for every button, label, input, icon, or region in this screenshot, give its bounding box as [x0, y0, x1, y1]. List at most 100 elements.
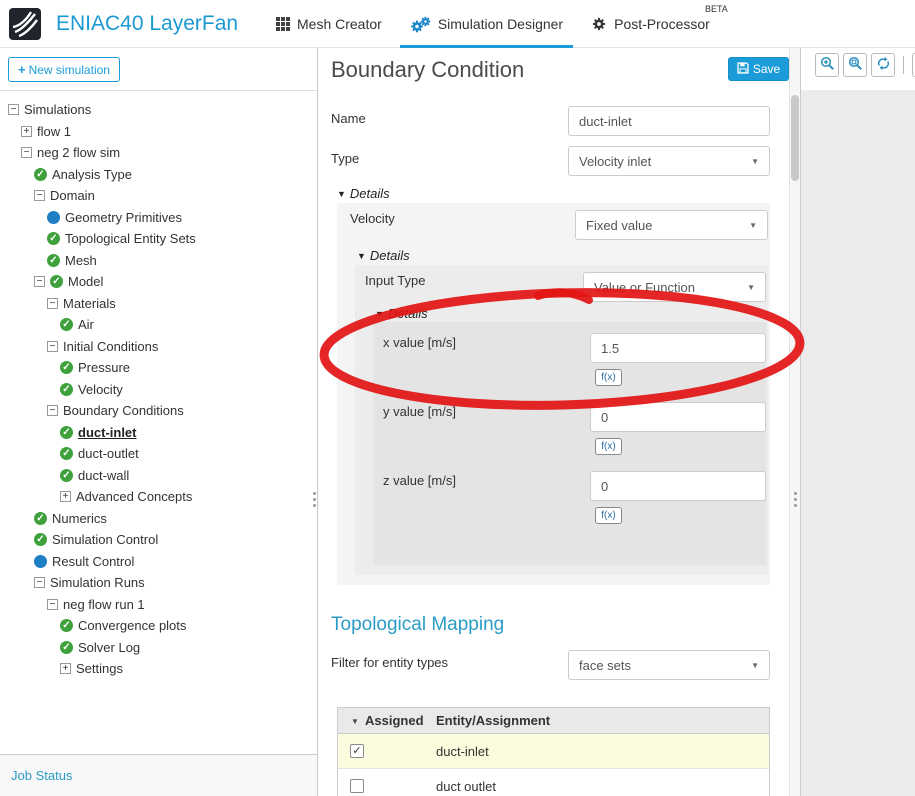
tree-item-simulation-control[interactable]: ✓ Simulation Control — [0, 529, 317, 551]
tree-item-advanced-concepts[interactable]: + Advanced Concepts — [0, 486, 317, 508]
table-row-duct-outlet[interactable]: duct outlet — [338, 769, 769, 796]
tab-simulation-designer[interactable]: Simulation Designer — [396, 0, 577, 48]
collapse-toggle-icon[interactable]: − — [34, 276, 45, 288]
table-header[interactable]: ▼ Assigned Entity/Assignment — [338, 708, 769, 734]
fx-button-y[interactable]: f(x) — [595, 438, 622, 455]
check-icon: ✓ — [60, 640, 73, 654]
entity-filter-label: Filter for entity types — [331, 655, 449, 670]
name-input[interactable] — [568, 106, 770, 136]
tree-item-label: Settings — [76, 661, 123, 677]
collapse-toggle-icon[interactable]: − — [8, 104, 19, 116]
tree-item-numerics[interactable]: ✓ Numerics — [0, 508, 317, 530]
tree-item-result-control[interactable]: Result Control — [0, 551, 317, 573]
x-value-input[interactable] — [590, 333, 766, 363]
tab-label: Post-Processor — [614, 16, 710, 32]
check-icon: ✓ — [60, 468, 73, 482]
refresh-button[interactable] — [871, 53, 895, 77]
chevron-down-icon: ▼ — [751, 156, 759, 166]
zoom-box-button[interactable] — [843, 53, 867, 77]
scrollbar-thumb[interactable] — [791, 95, 799, 181]
tree-item-materials[interactable]: − Materials — [0, 293, 317, 315]
save-icon — [737, 61, 749, 77]
collapse-toggle-icon[interactable]: − — [47, 598, 58, 610]
y-value-input[interactable] — [590, 402, 766, 432]
tree-item-label: neg flow run 1 — [63, 596, 145, 612]
tree-item-label: Advanced Concepts — [76, 489, 193, 505]
collapse-toggle-icon[interactable]: − — [21, 147, 32, 159]
expand-toggle-icon[interactable]: + — [60, 491, 71, 503]
viewport-canvas[interactable] — [801, 90, 915, 796]
tree-item-label: Numerics — [52, 510, 107, 526]
tree-item-initial-conditions[interactable]: − Initial Conditions — [0, 336, 317, 358]
details-toggle-2[interactable]: ▼ Details — [357, 248, 410, 263]
z-value-label: z value [m/s] — [383, 473, 456, 488]
tab-mesh-creator[interactable]: Mesh Creator — [262, 0, 396, 48]
job-status-bar[interactable]: Job Status — [0, 754, 317, 796]
beta-badge: BETA — [704, 4, 728, 14]
table-row-duct-inlet[interactable]: ✓ duct-inlet — [338, 734, 769, 769]
collapse-toggle-icon[interactable]: − — [34, 190, 45, 202]
tree-item-label: Simulations — [24, 102, 92, 118]
tree-item-flow-1[interactable]: + flow 1 — [0, 121, 317, 143]
tree-item-analysis-type[interactable]: ✓ Analysis Type — [0, 164, 317, 186]
tree-item-air[interactable]: ✓ Air — [0, 314, 317, 336]
assigned-checkbox[interactable] — [350, 779, 364, 793]
tree-item-domain[interactable]: − Domain — [0, 185, 317, 207]
tree-item-label: Domain — [50, 188, 95, 204]
details-toggle-1[interactable]: ▼ Details — [337, 186, 390, 201]
collapse-toggle-icon[interactable]: − — [47, 297, 58, 309]
tree-item-duct-inlet[interactable]: ✓ duct-inlet — [0, 422, 317, 444]
tree-item-velocity[interactable]: ✓ Velocity — [0, 379, 317, 401]
details-toggle-3[interactable]: ▼ Details — [375, 306, 428, 321]
check-icon: ✓ — [47, 232, 60, 246]
tree-item-mesh[interactable]: ✓ Mesh — [0, 250, 317, 272]
zoom-in-button[interactable] — [815, 53, 839, 77]
type-select[interactable]: Velocity inlet ▼ — [568, 146, 770, 176]
status-dot-icon — [34, 554, 47, 568]
tree-item-convergence-plots[interactable]: ✓ Convergence plots — [0, 615, 317, 637]
job-status-label: Job Status — [11, 768, 73, 783]
z-value-input[interactable] — [590, 471, 766, 501]
details-label: Details — [369, 248, 410, 263]
vertical-scrollbar[interactable] — [789, 48, 800, 796]
tree-item-neg-2-flow-sim[interactable]: − neg 2 flow sim — [0, 142, 317, 164]
page-title: Boundary Condition — [331, 57, 525, 82]
tab-post-processor[interactable]: Post-Processor BETA — [577, 0, 728, 48]
simulation-tree: − Simulations + flow 1− neg 2 flow sim ✓ Analy… — [0, 99, 317, 753]
tree-item-neg-flow-run-1[interactable]: − neg flow run 1 — [0, 594, 317, 616]
expand-toggle-icon[interactable]: + — [21, 125, 32, 137]
tree-item-pressure[interactable]: ✓ Pressure — [0, 357, 317, 379]
column-assigned: Assigned — [365, 713, 424, 728]
assigned-checkbox[interactable]: ✓ — [350, 744, 364, 758]
tree-item-geometry-primitives[interactable]: Geometry Primitives — [0, 207, 317, 229]
tree-item-simulation-runs[interactable]: − Simulation Runs — [0, 572, 317, 594]
tree-item-settings[interactable]: + Settings — [0, 658, 317, 680]
viewport-panel — [800, 48, 915, 796]
velocity-select[interactable]: Fixed value ▼ — [575, 210, 768, 240]
tree-item-simulations[interactable]: − Simulations — [0, 99, 317, 121]
expand-toggle-icon[interactable]: + — [60, 663, 71, 675]
tree-item-label: Topological Entity Sets — [65, 231, 196, 247]
input-type-select[interactable]: Value or Function ▼ — [583, 272, 766, 302]
collapse-toggle-icon[interactable]: − — [47, 405, 58, 417]
splitter-grip-left[interactable] — [312, 490, 317, 512]
fx-button-z[interactable]: f(x) — [595, 507, 622, 524]
fx-button-x[interactable]: f(x) — [595, 369, 622, 386]
collapse-toggle-icon[interactable]: − — [34, 577, 45, 589]
entity-filter-value: face sets — [579, 657, 632, 673]
tree-item-boundary-conditions[interactable]: − Boundary Conditions — [0, 400, 317, 422]
save-button[interactable]: Save — [728, 57, 789, 81]
check-icon: ✓ — [34, 511, 47, 525]
splitter-grip-right[interactable] — [793, 490, 798, 512]
tree-item-label: Result Control — [52, 553, 135, 569]
entity-filter-select[interactable]: face sets ▼ — [568, 650, 770, 680]
tree-item-model[interactable]: − ✓ Model — [0, 271, 317, 293]
collapse-toggle-icon[interactable]: − — [47, 340, 58, 352]
new-simulation-button[interactable]: + New simulation — [8, 57, 120, 82]
tree-item-solver-log[interactable]: ✓ Solver Log — [0, 637, 317, 659]
chevron-down-icon: ▼ — [747, 282, 755, 292]
tree-item-duct-wall[interactable]: ✓ duct-wall — [0, 465, 317, 487]
tree-item-duct-outlet[interactable]: ✓ duct-outlet — [0, 443, 317, 465]
tree-item-topological-entity-sets[interactable]: ✓ Topological Entity Sets — [0, 228, 317, 250]
x-value-label: x value [m/s] — [383, 335, 456, 350]
